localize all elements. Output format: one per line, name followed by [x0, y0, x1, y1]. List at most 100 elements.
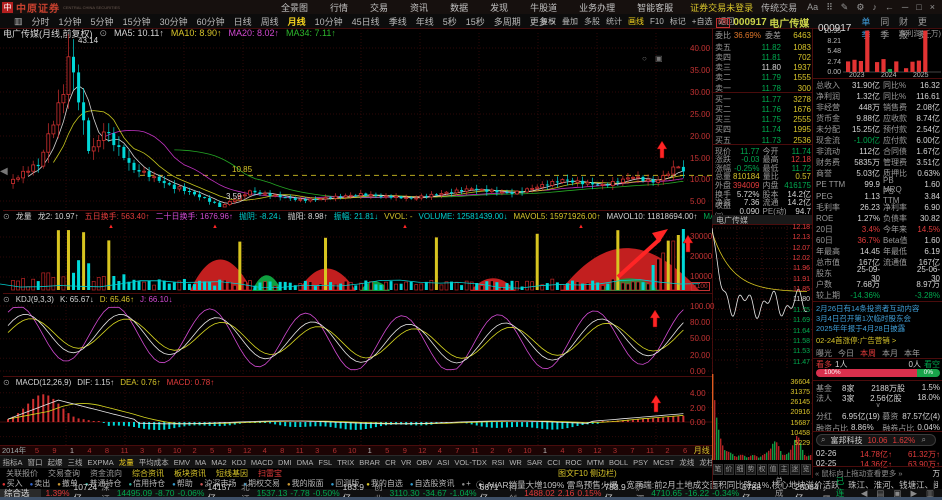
- indicator-EXPMA[interactable]: EXPMA: [88, 458, 114, 467]
- indicator-MACD[interactable]: MACD: [251, 458, 273, 467]
- indicator-SAR[interactable]: SAR: [527, 458, 542, 467]
- indicator-VOL-TDX[interactable]: VOL-TDX: [454, 458, 487, 467]
- search-icon[interactable]: ⌕: [922, 435, 926, 445]
- titlebar-icon[interactable]: ✎: [841, 2, 849, 12]
- bid-row[interactable]: 买五11.732536: [715, 135, 811, 145]
- indicator-三线[interactable]: 三线: [68, 457, 83, 468]
- tool-标记[interactable]: 标记: [670, 16, 686, 27]
- quick-板块资讯[interactable]: 板块资讯: [174, 468, 206, 479]
- tool-统计[interactable]: 统计: [606, 16, 622, 27]
- indicator-WR[interactable]: WR: [509, 458, 522, 467]
- indicator-TRIX[interactable]: TRIX: [337, 458, 354, 467]
- titlebar-icon[interactable]: □: [916, 2, 921, 12]
- indicator-指标A[interactable]: 指标A: [3, 457, 23, 468]
- ask-row[interactable]: 卖四11.81702: [715, 52, 811, 62]
- ask-row[interactable]: 卖一11.78300: [715, 83, 811, 93]
- indicator-窗口[interactable]: 窗口: [28, 457, 43, 468]
- titlebar-icon[interactable]: ←: [885, 2, 894, 12]
- period-tab-年线[interactable]: 年线: [416, 15, 434, 28]
- indicator-DMI[interactable]: DMI: [278, 458, 292, 467]
- marker-icon[interactable]: ⊙: [3, 212, 10, 221]
- indicator-PSY[interactable]: PSY: [633, 458, 648, 467]
- bid-row[interactable]: 买三11.752555: [715, 115, 811, 125]
- indicator-BRAR[interactable]: BRAR: [359, 458, 380, 467]
- ask-row[interactable]: 卖二11.791555: [715, 73, 811, 83]
- chart-mini-controls[interactable]: ○ ▣: [642, 54, 666, 63]
- indicator-MA[interactable]: MA: [195, 458, 206, 467]
- period-tab-5秒[interactable]: 5秒: [443, 15, 457, 28]
- tool-复权[interactable]: 复权: [540, 16, 556, 27]
- quick-关联报价[interactable]: 关联报价: [6, 468, 38, 479]
- indicator-MA2[interactable]: MA2: [211, 458, 226, 467]
- indicator-MCST[interactable]: MCST: [653, 458, 674, 467]
- menu-item-智能客服[interactable]: 智能客服: [637, 1, 673, 14]
- indicator-VR[interactable]: VR: [401, 458, 411, 467]
- period-tab-月线[interactable]: 月线: [288, 15, 306, 28]
- titlebar-icon[interactable]: ♪: [872, 2, 877, 12]
- menu-item-行情[interactable]: 行情: [330, 1, 348, 14]
- period-tab-60分钟[interactable]: 60分钟: [197, 15, 225, 28]
- titlebar-icon[interactable]: ×: [930, 2, 935, 12]
- indicator-CCI[interactable]: CCI: [547, 458, 560, 467]
- bid-row[interactable]: 买二11.761676: [715, 104, 811, 114]
- period-tab-45日线[interactable]: 45日线: [352, 15, 380, 28]
- bid-row[interactable]: 买四11.741995: [715, 125, 811, 135]
- menu-item-资讯[interactable]: 资讯: [410, 1, 428, 14]
- quick-交易查询[interactable]: 交易查询: [48, 468, 80, 479]
- login-status[interactable]: 证券交易未登录: [690, 1, 753, 14]
- titlebar-icon[interactable]: ⚙: [856, 2, 864, 12]
- quick-短线基因[interactable]: 短线基因: [216, 468, 248, 479]
- tool-+自选[interactable]: +自选: [692, 16, 713, 27]
- scroll-left-arrow[interactable]: ◀: [0, 166, 8, 177]
- f10-sidebar-toggle[interactable]: 图文F10 侧边栏): [558, 468, 617, 479]
- period-tab-日线[interactable]: 日线: [234, 15, 252, 28]
- menu-item-发现[interactable]: 发现: [490, 1, 508, 14]
- menu-item-数据[interactable]: 数据: [450, 1, 468, 14]
- indicator-龙量[interactable]: 龙量: [119, 457, 134, 468]
- tool-多股[interactable]: 多股: [584, 16, 600, 27]
- indicator-龙柱[interactable]: 龙柱: [699, 457, 712, 468]
- status-tab[interactable]: 综合选股⧉ ✕: [0, 489, 41, 497]
- period-tab-周线[interactable]: 周线: [261, 15, 279, 28]
- indicator-CR[interactable]: CR: [385, 458, 396, 467]
- period-tab-15秒[interactable]: 15秒: [466, 15, 485, 28]
- quick-扫雷宝[interactable]: 扫雷宝: [258, 468, 282, 479]
- tool-叠加[interactable]: 叠加: [562, 16, 578, 27]
- period-tab-30分钟[interactable]: 30分钟: [160, 15, 188, 28]
- macd-chart[interactable]: [0, 387, 712, 445]
- indicator-KDJ[interactable]: KDJ: [232, 458, 246, 467]
- bid-row[interactable]: 买一11.773278: [715, 94, 811, 104]
- marker-icon[interactable]: ⊙: [3, 295, 10, 304]
- menu-item-交易[interactable]: 交易: [370, 1, 388, 14]
- indicator-DMA[interactable]: DMA: [297, 458, 314, 467]
- indicator-MTM[interactable]: MTM: [587, 458, 604, 467]
- kdj-chart[interactable]: [0, 304, 712, 374]
- indicator-平均成本[interactable]: 平均成本: [139, 457, 169, 468]
- stock-search[interactable]: ⌕富邦科技10.061.62%⌕: [816, 434, 936, 446]
- menu-item-牛股道[interactable]: 牛股道: [530, 1, 557, 14]
- indicator-龙线[interactable]: 龙线: [679, 457, 694, 468]
- period-tab-5分钟[interactable]: 5分钟: [91, 15, 114, 28]
- ask-row[interactable]: 卖三11.801937: [715, 63, 811, 73]
- indicator-ASI[interactable]: ASI: [437, 458, 449, 467]
- indicator-RSI[interactable]: RSI: [492, 458, 505, 467]
- indicator-FSL[interactable]: FSL: [318, 458, 332, 467]
- marker-icon[interactable]: ⊙: [3, 378, 10, 387]
- hot-news[interactable]: 02-24首涨停:广告营销 >: [816, 335, 896, 346]
- tray-icon[interactable]: ▥: [926, 488, 934, 498]
- period-tab-10分钟[interactable]: 10分钟: [315, 15, 343, 28]
- indicator-ROC[interactable]: ROC: [565, 458, 582, 467]
- tool-画线[interactable]: 画线: [628, 16, 644, 27]
- period-tab-15分钟[interactable]: 15分钟: [123, 15, 151, 28]
- volume-chart[interactable]: ▲▲▲▲: [0, 221, 712, 292]
- tray-icon[interactable]: ▤: [876, 488, 884, 498]
- indicator-EMV[interactable]: EMV: [174, 458, 190, 467]
- tool-F10[interactable]: F10: [650, 17, 664, 26]
- tray-icon[interactable]: ◀: [861, 488, 868, 498]
- news-line[interactable]: 2025年年报于4月28日披露: [816, 323, 940, 334]
- menu-item-业务办理[interactable]: 业务办理: [579, 1, 615, 14]
- collapse-chevron[interactable]: ∨: [813, 401, 942, 409]
- quick-资金流向[interactable]: 资金流向: [90, 468, 122, 479]
- layout-icon[interactable]: ▥: [14, 16, 23, 27]
- indicator-OBV[interactable]: OBV: [416, 458, 432, 467]
